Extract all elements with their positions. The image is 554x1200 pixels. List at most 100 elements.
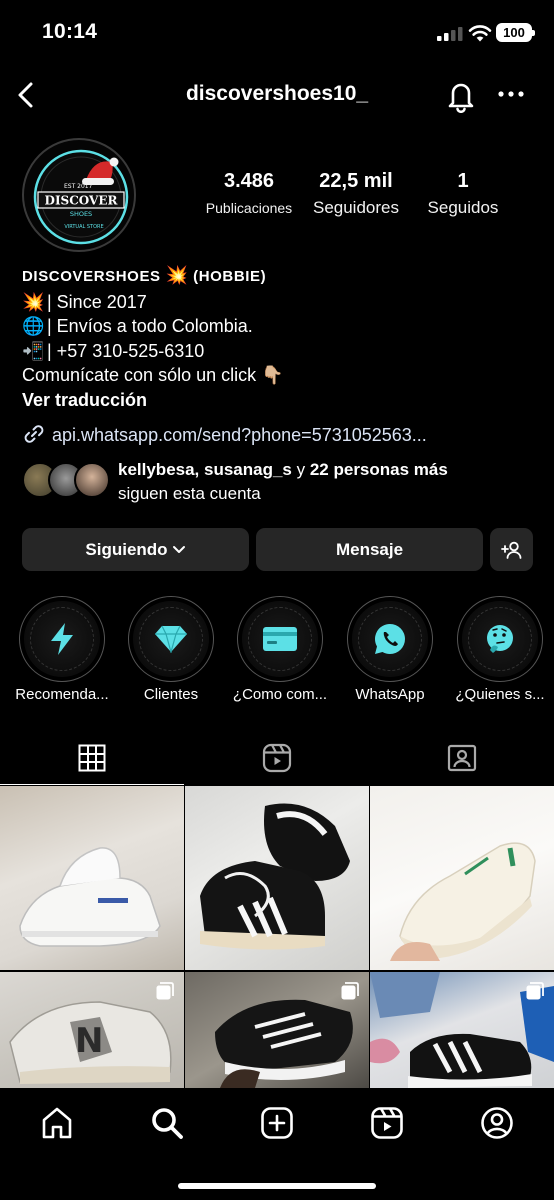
sneaker-photo	[200, 803, 350, 950]
bio-line: 🌐 | Envíos a todo Colombia.	[22, 314, 532, 339]
message-button-label: Mensaje	[335, 539, 404, 559]
bio-line: Comunícate con sólo un click 👇🏼	[22, 363, 532, 388]
link-chain-icon	[24, 425, 44, 443]
profile-avatar[interactable]: EST 2017 DISCOVER SHOES VIRTUAL STORE	[22, 138, 136, 252]
post-thumbnail[interactable]	[0, 786, 184, 970]
message-button[interactable]: Mensaje	[256, 528, 483, 571]
stat-following[interactable]: 1 Seguidos	[416, 170, 510, 218]
bio-line-emoji: 💥	[22, 291, 45, 312]
svg-text:VIRTUAL STORE: VIRTUAL STORE	[64, 224, 103, 230]
bio-name-line: DISCOVERSHOES 💥 (HOBBIE)	[22, 263, 532, 290]
bio-name-emoji: 💥	[165, 265, 189, 285]
cellular-signal-icon	[437, 27, 463, 41]
bio-line-emoji: 📲	[22, 340, 45, 361]
see-translation-link[interactable]: Ver traducción	[22, 388, 532, 413]
grid-icon	[78, 744, 106, 771]
profile-header: discovershoes10_	[0, 66, 554, 126]
bio-line-text: Comunícate con sólo un click 👇🏼	[22, 365, 284, 385]
card-icon	[263, 627, 297, 651]
multiple-photos-icon	[341, 982, 359, 1000]
story-highlight[interactable]: WhatsApp	[345, 596, 435, 708]
bio-name: DISCOVERSHOES	[22, 268, 161, 285]
highlight-label: Clientes	[143, 686, 199, 703]
stat-followers-label: Seguidores	[312, 198, 399, 217]
home-icon[interactable]	[40, 1106, 74, 1140]
highlight-label: ¿Quienes s...	[455, 686, 545, 703]
followed-by-others: 22 personas más	[309, 460, 448, 479]
highlight-label: WhatsApp	[355, 686, 425, 703]
followed-by-suffix: siguen esta cuenta	[118, 484, 261, 503]
thinking-face-icon	[487, 625, 513, 653]
story-highlight[interactable]: ¿Quienes s...	[455, 596, 545, 708]
highlight-ring	[457, 596, 543, 682]
notification-bell-icon[interactable]	[445, 79, 477, 113]
bio-line-text: | Envíos a todo Colombia.	[42, 316, 253, 336]
svg-text:DISCOVER: DISCOVER	[45, 194, 119, 208]
stat-followers[interactable]: 22,5 mil Seguidores	[304, 170, 408, 218]
followed-by-names: kellybesa, susanag_s	[118, 460, 292, 479]
suggested-users-button[interactable]	[490, 528, 533, 571]
stat-following-label: Seguidos	[427, 198, 499, 217]
bio-line: 💥 | Since 2017	[22, 290, 532, 315]
post-thumbnail[interactable]	[370, 972, 554, 1088]
tab-reels[interactable]	[185, 730, 369, 785]
svg-text:SHOES: SHOES	[70, 210, 92, 218]
stat-posts[interactable]: 3.486 Publicaciones	[196, 170, 302, 216]
post-thumbnail[interactable]: N	[0, 972, 184, 1088]
bio-category: (HOBBIE)	[193, 268, 267, 285]
more-options-icon[interactable]	[497, 88, 525, 100]
post-thumbnail[interactable]	[185, 786, 369, 970]
battery-indicator: 100	[496, 23, 535, 42]
stat-posts-label: Publicaciones	[205, 200, 293, 216]
followed-by-connector: y	[291, 460, 310, 479]
highlight-ring	[128, 596, 214, 682]
highlight-ring	[19, 596, 105, 682]
status-time: 10:14	[42, 20, 98, 43]
bio-line-emoji: 🌐	[22, 316, 45, 336]
story-highlight[interactable]: ¿Como com...	[233, 596, 327, 708]
followed-by-text: kellybesa, susanag_s y 22 personas más s…	[118, 458, 448, 506]
following-button-label: Siguiendo	[85, 539, 168, 559]
profile-stats: 3.486 Publicaciones 22,5 mil Seguidores …	[196, 170, 526, 224]
profile-link[interactable]: api.whatsapp.com/send?phone=5731052563..…	[22, 423, 427, 447]
create-post-icon[interactable]	[260, 1106, 294, 1140]
tagged-person-icon	[447, 744, 477, 771]
stat-followers-count: 22,5 mil	[319, 170, 393, 192]
tab-tagged[interactable]	[370, 730, 554, 785]
sneaker-photo	[19, 847, 161, 947]
highlight-cover	[242, 601, 318, 677]
highlight-cover	[352, 601, 428, 677]
diamond-icon	[155, 625, 187, 653]
profile-tabs	[0, 730, 554, 785]
multiple-photos-icon	[526, 982, 544, 1000]
home-indicator	[178, 1183, 376, 1189]
highlight-ring	[347, 596, 433, 682]
sneaker-photo	[390, 842, 536, 961]
highlight-label: Recomenda...	[15, 686, 109, 703]
stat-posts-count: 3.486	[223, 170, 275, 192]
tab-posts-grid[interactable]	[0, 730, 184, 785]
post-thumbnail[interactable]	[370, 786, 554, 970]
chevron-down-icon	[172, 545, 185, 553]
story-highlight[interactable]: Recomenda...	[15, 596, 109, 708]
bio-line: 📲 | +57 310-525-6310	[22, 339, 532, 364]
highlight-cover	[24, 601, 100, 677]
search-icon[interactable]	[150, 1106, 184, 1140]
profile-bio: DISCOVERSHOES 💥 (HOBBIE) 💥 | Since 2017 …	[22, 263, 532, 412]
svg-text:N: N	[75, 1021, 103, 1061]
profile-icon[interactable]	[480, 1106, 514, 1140]
followed-by[interactable]: kellybesa, susanag_s y 22 personas más s…	[22, 458, 532, 506]
highlight-ring	[237, 596, 323, 682]
follower-avatar	[74, 462, 110, 498]
reels-icon[interactable]	[370, 1106, 404, 1140]
stat-following-count: 1	[457, 170, 469, 192]
highlight-cover	[133, 601, 209, 677]
following-button[interactable]: Siguiendo	[22, 528, 249, 571]
story-highlight[interactable]: Clientes	[126, 596, 216, 708]
bio-line-text: | +57 310-525-6310	[42, 340, 205, 361]
post-thumbnail[interactable]	[185, 972, 369, 1088]
discovershoes-logo: EST 2017 DISCOVER SHOES VIRTUAL STORE	[33, 149, 129, 245]
highlight-label: ¿Como com...	[232, 686, 328, 703]
whatsapp-icon	[374, 624, 405, 654]
bio-line-text: | Since 2017	[42, 291, 147, 312]
